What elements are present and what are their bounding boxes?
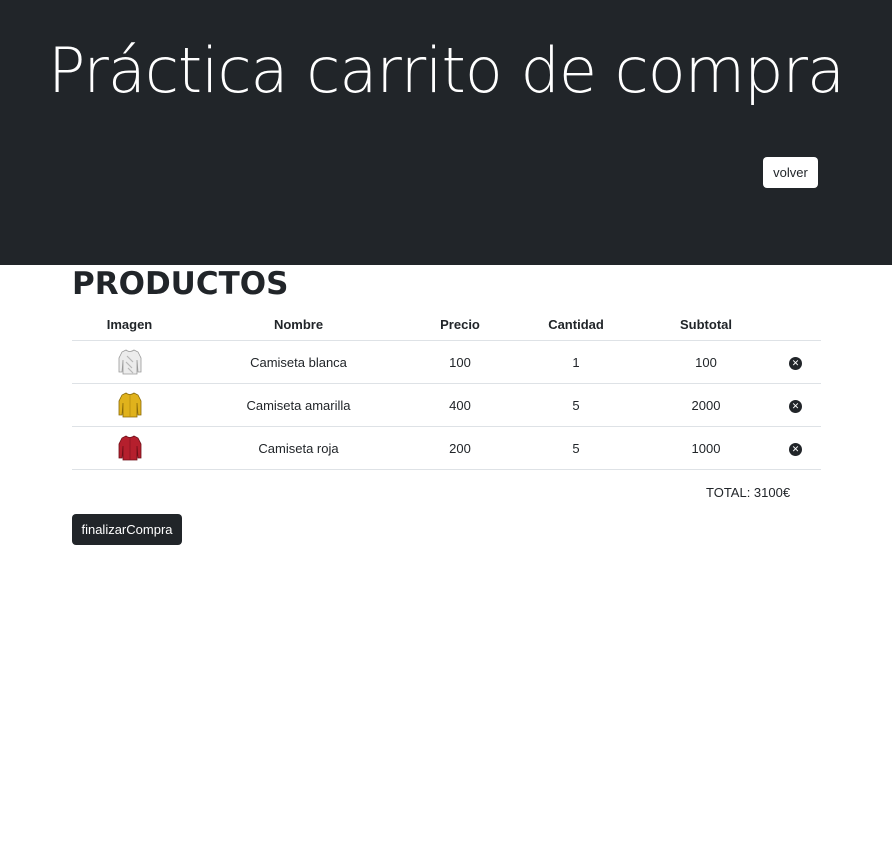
hero-header: Práctica carrito de compra volver [0,0,892,265]
remove-item-icon[interactable]: ✕ [789,443,802,456]
product-quantity: 5 [510,383,642,427]
yellow-shirt-icon [118,392,141,418]
product-subtotal: 1000 [642,426,770,470]
column-header-image: Imagen [72,309,187,341]
table-header-row: Imagen Nombre Precio Cantidad Subtotal [72,309,821,341]
product-image-cell [72,383,187,427]
product-price: 400 [410,383,510,427]
column-header-name: Nombre [187,309,410,341]
remove-item-icon[interactable]: ✕ [789,400,802,413]
product-image-cell [72,340,187,384]
remove-item-icon[interactable]: ✕ [789,357,802,370]
table-row: Camiseta blanca 100 1 100 ✕ [72,340,821,384]
product-price: 100 [410,340,510,384]
product-subtotal: 2000 [642,383,770,427]
red-shirt-icon [118,435,141,461]
back-button[interactable]: volver [763,157,818,188]
page-title: Práctica carrito de compra [48,34,845,107]
table-row: Camiseta amarilla 400 5 2000 ✕ [72,383,821,427]
column-header-quantity: Cantidad [510,309,642,341]
column-header-remove [770,309,821,341]
table-row: Camiseta roja 200 5 1000 ✕ [72,426,821,470]
product-quantity: 1 [510,340,642,384]
product-subtotal: 100 [642,340,770,384]
product-price: 200 [410,426,510,470]
product-image-cell [72,426,187,470]
cart-total: TOTAL: 3100€ [706,485,791,500]
finish-purchase-button[interactable]: finalizarCompra [72,514,182,545]
cart-table: Imagen Nombre Precio Cantidad Subtotal C… [72,309,821,470]
column-header-subtotal: Subtotal [642,309,770,341]
column-header-price: Precio [410,309,510,341]
remove-cell: ✕ [770,383,821,427]
products-heading: PRODUCTOS [72,266,289,302]
white-shirt-icon [118,349,141,375]
product-name: Camiseta roja [187,426,410,470]
product-quantity: 5 [510,426,642,470]
remove-cell: ✕ [770,340,821,384]
product-name: Camiseta amarilla [187,383,410,427]
remove-cell: ✕ [770,426,821,470]
product-name: Camiseta blanca [187,340,410,384]
